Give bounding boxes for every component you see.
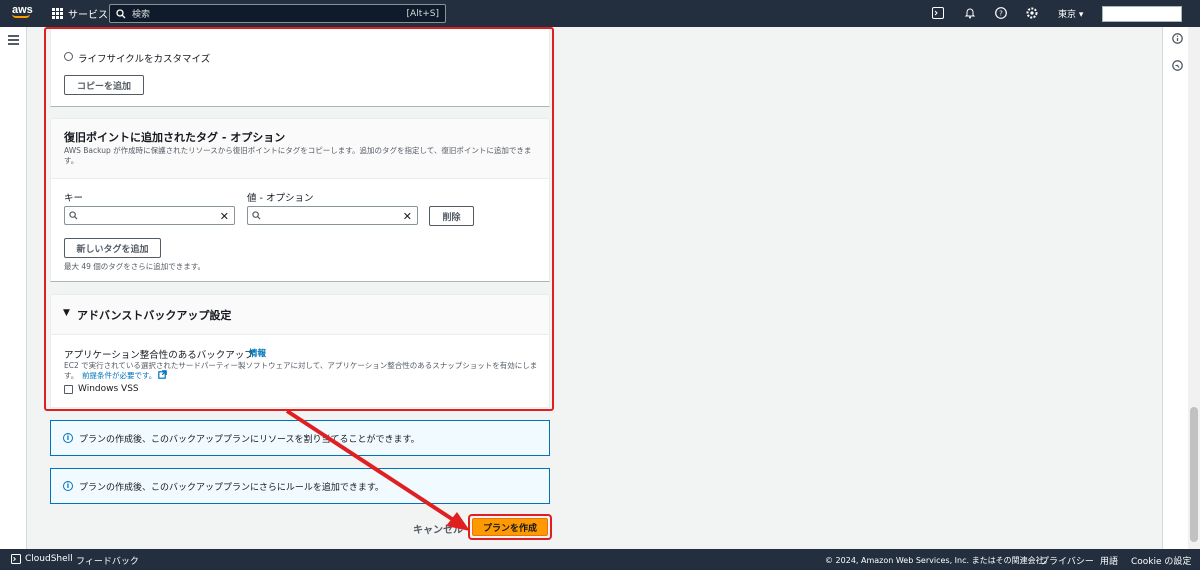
services-menu-button[interactable]: サービス	[52, 6, 108, 21]
highlight-frame	[44, 27, 554, 411]
info-alert-rules-text: プランの作成後、このバックアッププランにさらにルールを追加できます。	[79, 482, 384, 493]
info-alert-resources-text: プランの作成後、このバックアッププランにリソースを割り当てることができます。	[79, 434, 420, 445]
info-alert-resources: i プランの作成後、このバックアッププランにリソースを割り当てることができます。	[50, 420, 550, 456]
page-scrollbar[interactable]	[1188, 27, 1200, 549]
footer-feedback[interactable]: フィードバック	[76, 554, 139, 567]
search-placeholder: 検索	[132, 10, 151, 20]
aws-logo-text: aws	[12, 4, 33, 16]
cloudshell-icon[interactable]	[932, 7, 944, 19]
info-icon: i	[63, 481, 73, 491]
svg-text:?: ?	[999, 10, 1003, 18]
services-label: サービス	[68, 10, 108, 21]
help-icon[interactable]: ?	[995, 7, 1007, 19]
left-navigation-rail	[0, 27, 27, 549]
cloudshell-icon[interactable]	[11, 554, 21, 564]
top-navigation: aws サービス 検索 [Alt+S] ? 東京 ▾	[0, 0, 1200, 27]
search-shortcut: [Alt+S]	[406, 8, 439, 19]
footer-cloudshell[interactable]: CloudShell	[25, 554, 73, 564]
footer-privacy[interactable]: プライバシー	[1040, 554, 1094, 567]
footer-terms[interactable]: 用語	[1100, 554, 1118, 567]
console-footer: CloudShell フィードバック © 2024, Amazon Web Se…	[0, 549, 1200, 570]
region-selector[interactable]: 東京 ▾	[1058, 7, 1083, 20]
info-icon: i	[63, 433, 73, 443]
menu-icon[interactable]	[8, 35, 19, 47]
footer-cookie[interactable]: Cookie の設定	[1131, 554, 1191, 567]
scrollbar-thumb[interactable]	[1190, 407, 1198, 542]
activity-icon[interactable]	[1172, 60, 1183, 71]
account-menu[interactable]	[1102, 6, 1182, 22]
bell-icon[interactable]	[964, 7, 976, 19]
settings-icon[interactable]	[1026, 7, 1038, 19]
global-search-input[interactable]: 検索 [Alt+S]	[109, 4, 446, 23]
cancel-button[interactable]: キャンセル	[413, 521, 463, 536]
info-alert-rules: i プランの作成後、このバックアッププランにさらにルールを追加できます。	[50, 468, 550, 504]
create-plan-button[interactable]: プランを作成	[472, 518, 548, 536]
footer-copyright: © 2024, Amazon Web Services, Inc. またはその関…	[825, 556, 1052, 565]
grid-icon	[52, 8, 63, 19]
search-icon	[116, 8, 126, 18]
aws-logo[interactable]: aws	[12, 5, 33, 18]
info-panel-icon[interactable]	[1172, 33, 1183, 44]
